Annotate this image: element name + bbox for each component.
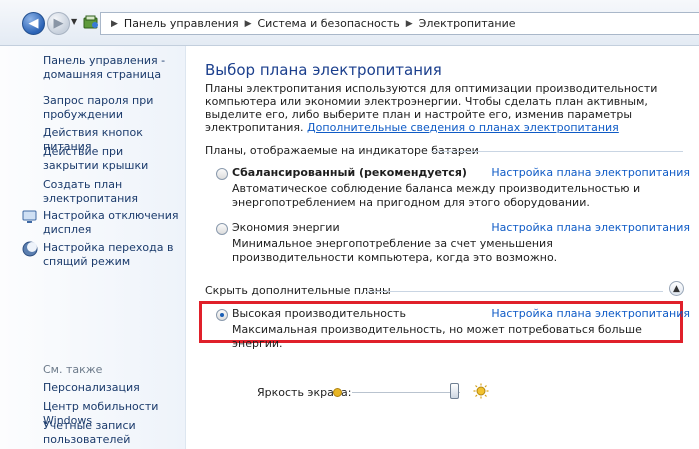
brightness-slider-track[interactable] [352, 392, 460, 394]
plan-description-power-saver: Минимальное энергопотребление за счет ум… [232, 237, 558, 264]
chevron-up-icon: ▲ [673, 283, 680, 294]
control-panel-icon [83, 15, 98, 29]
plan-description-high-performance: Максимальная производительность, но може… [232, 323, 642, 350]
brightness-slider-thumb[interactable] [450, 383, 460, 399]
hide-extra-plans-heading[interactable]: Скрыть дополнительные планы [205, 284, 391, 297]
chevron-right-icon: ▶ [405, 18, 413, 29]
more-info-link[interactable]: Дополнительные сведения о планах электро… [307, 121, 619, 134]
task-link-sleep-mode[interactable]: Настройка перехода в спящий режим [43, 241, 181, 269]
plan-settings-link-balanced[interactable]: Настройка плана электропитания [491, 166, 690, 179]
task-link-wake-password[interactable]: Запрос пароля при пробуждении [43, 94, 181, 122]
task-link-display-off[interactable]: Настройка отключения дисплея [43, 209, 181, 237]
plan-name-high-performance[interactable]: Высокая производительность [232, 307, 406, 320]
bright-sun-icon [473, 383, 489, 399]
breadcrumb-item-system-security[interactable]: Система и безопасность [258, 17, 400, 30]
plan-radio-power-saver[interactable] [216, 223, 228, 235]
group-divider [366, 291, 663, 292]
task-link-lid-close[interactable]: Действие при закрытии крышки [43, 145, 181, 173]
back-button[interactable]: ◀ [22, 12, 45, 35]
dim-sun-icon [333, 388, 342, 397]
arrow-right-icon: ▶ [53, 16, 64, 31]
intro-text: Планы электропитания используются для оп… [205, 82, 675, 134]
display-icon [22, 210, 37, 223]
breadcrumb[interactable]: ▶ Панель управления ▶ Система и безопасн… [100, 12, 699, 35]
plan-settings-link-high-performance[interactable]: Настройка плана электропитания [491, 307, 690, 320]
left-task-pane: Панель управления - домашняя страница За… [0, 46, 186, 449]
breadcrumb-item-power-options[interactable]: Электропитание [419, 17, 516, 30]
history-dropdown-icon[interactable]: ▼ [71, 17, 77, 26]
address-bar: ◀ ▶ ▼ ▶ Панель управления ▶ Система и бе… [0, 0, 699, 46]
plan-radio-balanced[interactable] [216, 168, 228, 180]
plan-radio-high-performance[interactable] [216, 309, 228, 321]
group-divider [431, 151, 683, 152]
forward-button[interactable]: ▶ [47, 12, 70, 35]
plan-settings-link-power-saver[interactable]: Настройка плана электропитания [491, 221, 690, 234]
chevron-right-icon: ▶ [111, 18, 118, 29]
sleep-icon [22, 241, 38, 257]
page-title: Выбор плана электропитания [205, 61, 442, 79]
task-link-create-plan[interactable]: Создать план электропитания [43, 178, 181, 206]
plan-description-balanced: Автоматическое соблюдение баланса между … [232, 182, 641, 209]
chevron-right-icon: ▶ [244, 18, 252, 29]
see-also-user-accounts[interactable]: Учетные записи пользователей [43, 419, 181, 447]
breadcrumb-item-control-panel[interactable]: Панель управления [124, 17, 239, 30]
see-also-personalization[interactable]: Персонализация [43, 381, 181, 395]
collapse-button[interactable]: ▲ [669, 281, 684, 296]
plan-name-power-saver[interactable]: Экономия энергии [232, 221, 340, 234]
plan-name-balanced[interactable]: Сбалансированный (рекомендуется) [232, 166, 467, 179]
see-also-heading: См. также [43, 363, 103, 376]
arrow-left-icon: ◀ [28, 16, 39, 31]
control-panel-home-link[interactable]: Панель управления - домашняя страница [43, 54, 181, 82]
